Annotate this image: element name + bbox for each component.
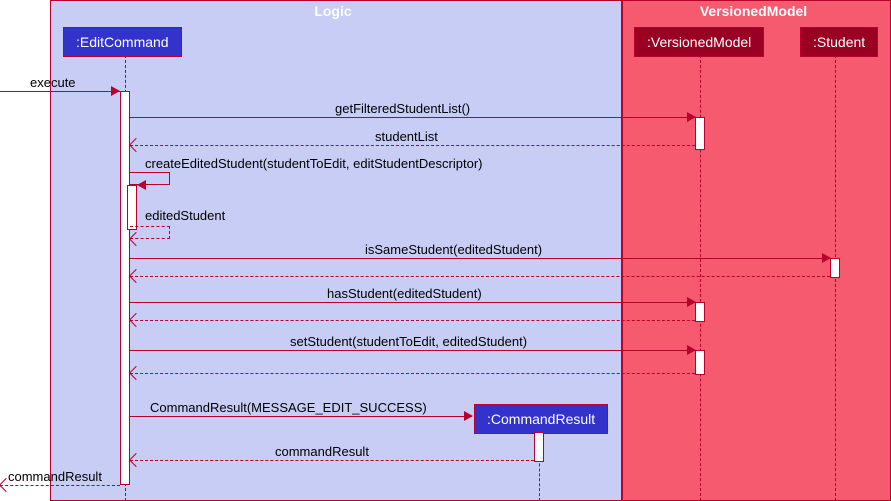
arrow-is-same [822, 253, 831, 263]
msg-student-list [130, 145, 695, 146]
msg-is-same-ret [130, 276, 830, 277]
participant-student: :Student [800, 27, 878, 57]
activation-command-result [534, 432, 544, 462]
msg-cmd-result-ret [130, 460, 534, 461]
arrow-execute [111, 86, 120, 96]
activation-edit-command [120, 91, 130, 485]
label-get-filtered: getFilteredStudentList() [335, 101, 470, 116]
lifeline-student [835, 55, 836, 501]
label-is-same: isSameStudent(editedStudent) [365, 242, 542, 257]
msg-set-student-ret [130, 373, 695, 374]
logic-frame-header: Logic [50, 0, 622, 22]
label-set-student: setStudent(studentToEdit, editedStudent) [290, 334, 527, 349]
msg-is-same [130, 258, 830, 259]
arrow-cmd-result [464, 411, 473, 421]
label-create-edited: createEditedStudent(studentToEdit, editS… [145, 156, 482, 171]
msg-set-student [130, 350, 695, 351]
activation-vm-2 [695, 302, 705, 322]
activation-vm-1 [695, 117, 705, 150]
msg-has-student-ret [130, 320, 695, 321]
msg-execute [0, 91, 120, 92]
label-execute: execute [30, 75, 76, 90]
label-student-list: studentList [375, 129, 438, 144]
activation-student [830, 258, 840, 278]
msg-cmd-result [130, 416, 472, 417]
label-final: commandResult [8, 469, 102, 484]
versioned-model-frame: VersionedModel [622, 0, 891, 501]
participant-command-result: :CommandResult [474, 404, 608, 434]
label-cmd-result: CommandResult(MESSAGE_EDIT_SUCCESS) [150, 400, 427, 415]
versioned-model-frame-header: VersionedModel [622, 0, 891, 22]
msg-final [0, 485, 120, 486]
label-has-student: hasStudent(editedStudent) [327, 286, 482, 301]
arrow-get-filtered [687, 112, 696, 122]
msg-has-student [130, 302, 695, 303]
msg-get-filtered [130, 117, 695, 118]
activation-vm-3 [695, 350, 705, 375]
arrow-has-student [687, 297, 696, 307]
arrow-set-student [687, 345, 696, 355]
participant-edit-command: :EditCommand [63, 27, 182, 57]
msg-create-edited [130, 172, 170, 185]
label-cmd-result-ret: commandResult [275, 444, 369, 459]
activation-edit-self [127, 185, 137, 230]
label-edited-student: editedStudent [145, 208, 225, 223]
participant-versioned-model: :VersionedModel [634, 27, 764, 57]
arrow-create-edited [137, 180, 146, 190]
